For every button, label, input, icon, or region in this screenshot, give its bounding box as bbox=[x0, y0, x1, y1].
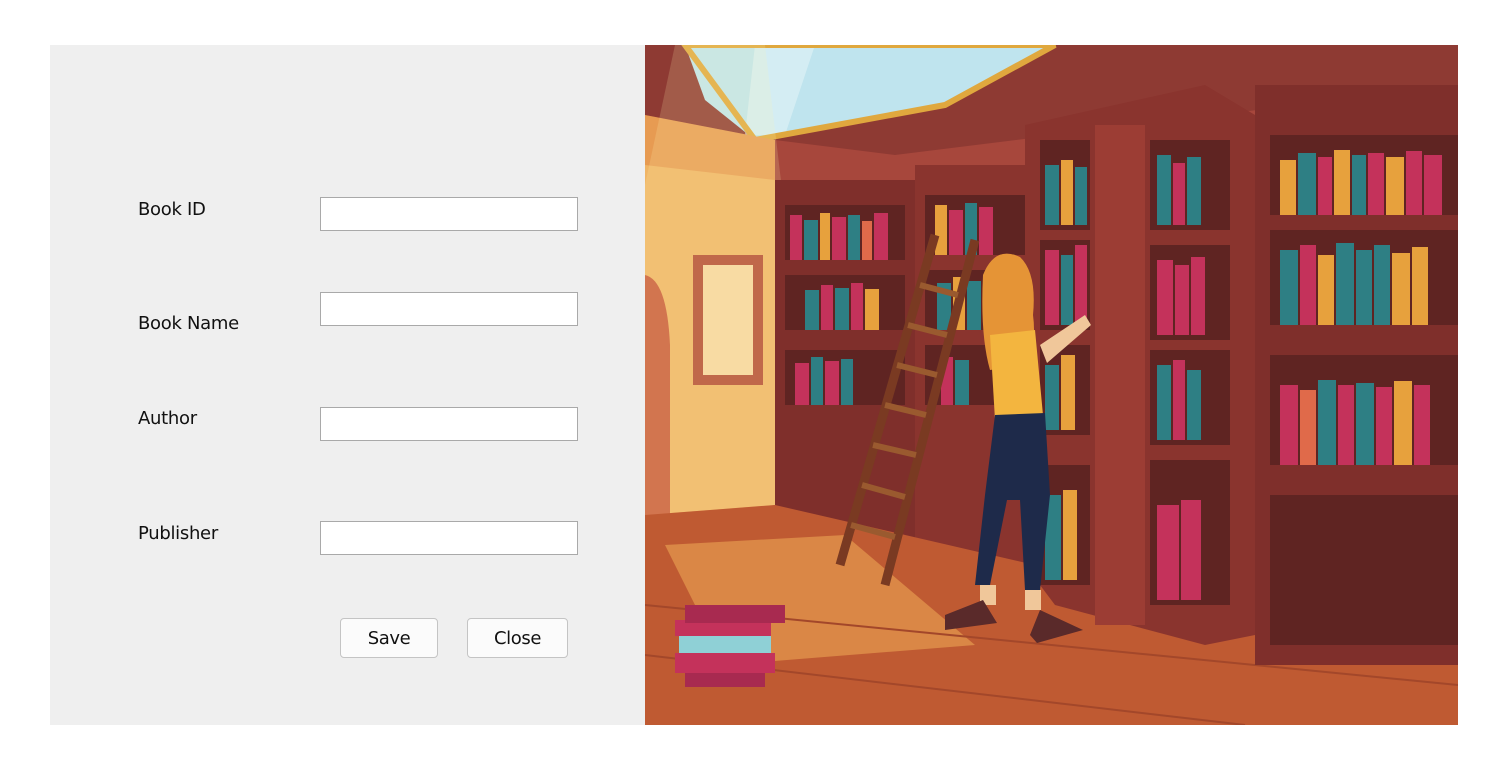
author-label: Author bbox=[138, 408, 197, 429]
author-input[interactable] bbox=[320, 407, 578, 441]
publisher-label: Publisher bbox=[138, 523, 218, 544]
book-id-input[interactable] bbox=[320, 197, 578, 231]
add-book-window: Book ID Book Name Author Publisher Save … bbox=[50, 45, 1458, 725]
book-name-label: Book Name bbox=[138, 313, 239, 334]
publisher-input[interactable] bbox=[320, 521, 578, 555]
library-illustration bbox=[645, 45, 1458, 725]
book-row bbox=[1280, 150, 1442, 465]
book-form-panel: Book ID Book Name Author Publisher Save … bbox=[50, 45, 645, 725]
save-button[interactable]: Save bbox=[340, 618, 438, 658]
book-name-input[interactable] bbox=[320, 292, 578, 326]
library-scene-image bbox=[645, 45, 1458, 725]
close-button[interactable]: Close bbox=[467, 618, 568, 658]
book-id-label: Book ID bbox=[138, 199, 206, 220]
